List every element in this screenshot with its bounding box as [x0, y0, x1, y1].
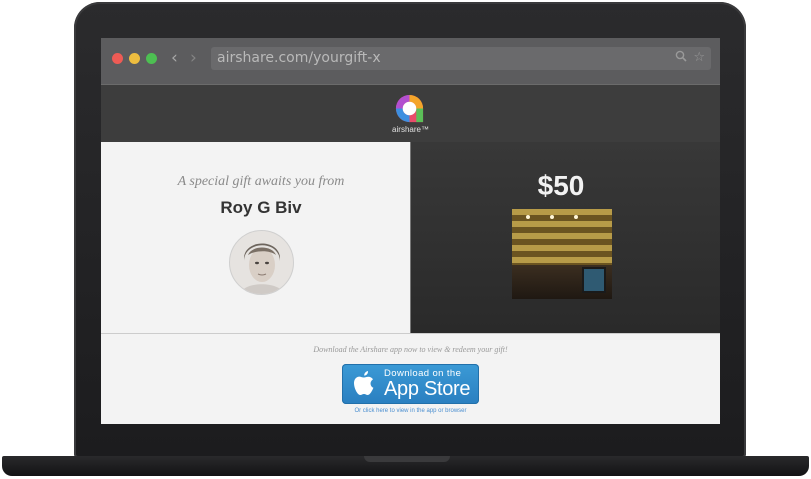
minimize-window-button[interactable] [129, 53, 140, 64]
chevron-right-icon[interactable]: › [190, 48, 197, 68]
laptop-base-notch [364, 456, 450, 462]
avatar [229, 230, 294, 295]
light-decoration [550, 215, 554, 219]
address-bar[interactable]: airshare.com/yourgift-x ☆ [211, 47, 711, 70]
search-icon[interactable] [675, 50, 687, 66]
airshare-logo-icon[interactable] [394, 93, 425, 124]
gift-intro-text: A special gift awaits you from [177, 174, 345, 189]
chevron-left-icon[interactable]: ‹ [171, 48, 178, 68]
app-store-button[interactable]: Download on the App Store [342, 364, 479, 404]
browser-chrome: ‹ › airshare.com/yourgift-x ☆ [101, 38, 720, 84]
storefront-window [582, 267, 606, 293]
close-window-button[interactable] [112, 53, 123, 64]
light-decoration [526, 215, 530, 219]
view-in-browser-link[interactable]: Or click here to view in the app or brow… [101, 408, 720, 414]
laptop-screen: ‹ › airshare.com/yourgift-x ☆ airshare™ … [101, 38, 720, 424]
zoom-window-button[interactable] [146, 53, 157, 64]
sender-panel: A special gift awaits you from Roy G Biv [101, 142, 410, 333]
light-decoration [574, 215, 578, 219]
site-header: airshare™ [101, 84, 720, 144]
sender-name: Roy G Biv [220, 198, 302, 217]
laptop-base [2, 456, 809, 476]
logo-text: airshare™ [392, 125, 429, 134]
apple-icon [354, 371, 374, 395]
url-text[interactable]: airshare.com/yourgift-x [217, 50, 381, 66]
download-note: Download the Airshare app now to view & … [313, 345, 508, 354]
gift-panel: $50 [410, 142, 720, 333]
star-icon[interactable]: ☆ [693, 50, 705, 65]
download-section: Download the Airshare app now to view & … [101, 333, 720, 424]
gift-merchant-image [512, 209, 612, 299]
app-store-button-label: App Store [384, 378, 471, 400]
gift-amount: $50 [537, 170, 585, 201]
